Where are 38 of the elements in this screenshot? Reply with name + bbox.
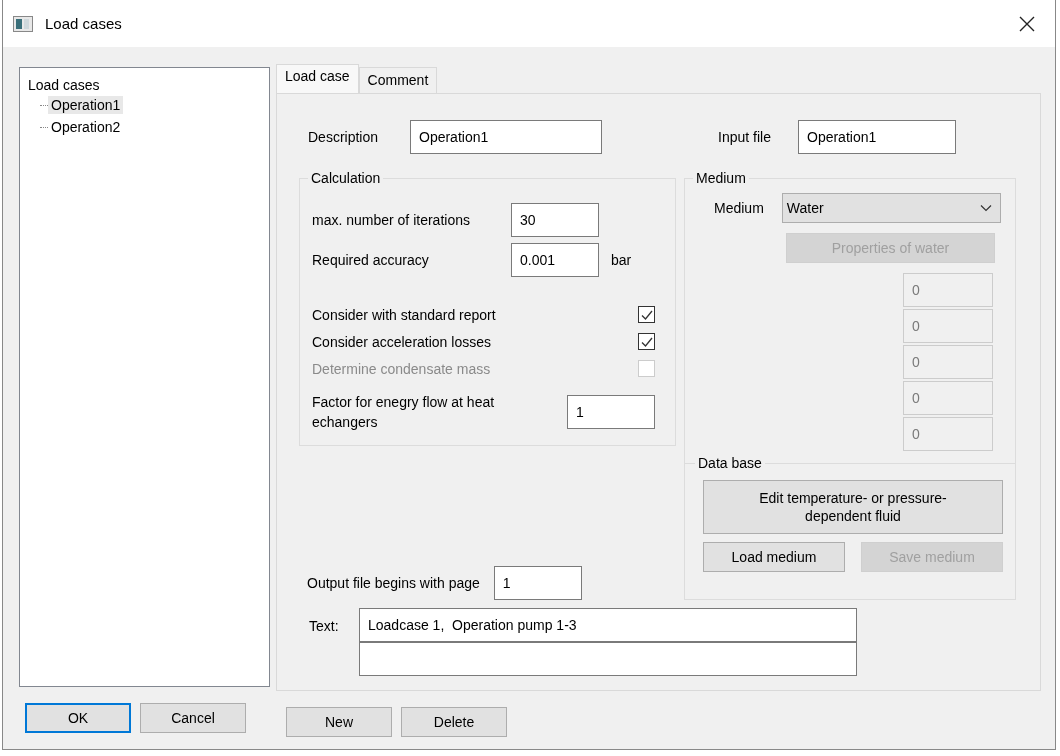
- checkbox-label: Consider with standard report: [312, 306, 496, 323]
- field-label: Required accuracy: [312, 252, 430, 268]
- button[interactable]: New: [286, 707, 392, 737]
- field-label: max. number of iterations: [312, 212, 471, 228]
- tree-item[interactable]: Load cases: [26, 76, 263, 94]
- input-field[interactable]: [359, 642, 857, 676]
- checkbox-label: Determine condensate mass: [312, 360, 491, 377]
- button[interactable]: Edit temperature- or pressure-dependent fluid: [703, 480, 1003, 534]
- input-field[interactable]: 1: [493, 566, 582, 600]
- close-icon[interactable]: [1019, 15, 1035, 32]
- input-field[interactable]: 1: [567, 395, 655, 429]
- input-field[interactable]: 0.001: [511, 243, 599, 277]
- button[interactable]: Load medium: [703, 542, 845, 572]
- cancel-button[interactable]: Cancel: [140, 703, 246, 733]
- checkbox[interactable]: [638, 333, 655, 350]
- button[interactable]: Delete: [401, 707, 507, 737]
- dropdown[interactable]: Water: [781, 193, 1001, 223]
- window-icon: [13, 15, 33, 32]
- field-label: Description: [307, 129, 380, 145]
- field-label: Text:: [309, 617, 340, 636]
- input-field[interactable]: 30: [511, 203, 599, 237]
- field-label: Medium: [714, 200, 764, 216]
- input-field[interactable]: Operation1: [410, 120, 602, 154]
- ok-button[interactable]: OK: [25, 703, 131, 733]
- chevron-down-icon: [980, 204, 992, 212]
- tab[interactable]: Comment: [358, 67, 438, 93]
- tree-item[interactable]: Operation2: [48, 118, 124, 136]
- tab[interactable]: Load case: [276, 64, 359, 93]
- checkbox-label: Consider acceleration losses: [312, 333, 491, 350]
- field-label: Factor for enegry flow at heat echangers: [312, 393, 496, 432]
- input-field[interactable]: Operation1: [798, 120, 956, 154]
- input-field[interactable]: Loadcase 1, Operation pump 1-3: [359, 608, 857, 642]
- field-label: Output file begins with page: [307, 575, 480, 591]
- window-title: Load cases: [45, 15, 122, 32]
- field-label: Input file: [718, 129, 772, 145]
- unit-label: bar: [611, 252, 632, 268]
- tree-item[interactable]: Operation1: [48, 96, 124, 114]
- checkbox[interactable]: [638, 306, 655, 323]
